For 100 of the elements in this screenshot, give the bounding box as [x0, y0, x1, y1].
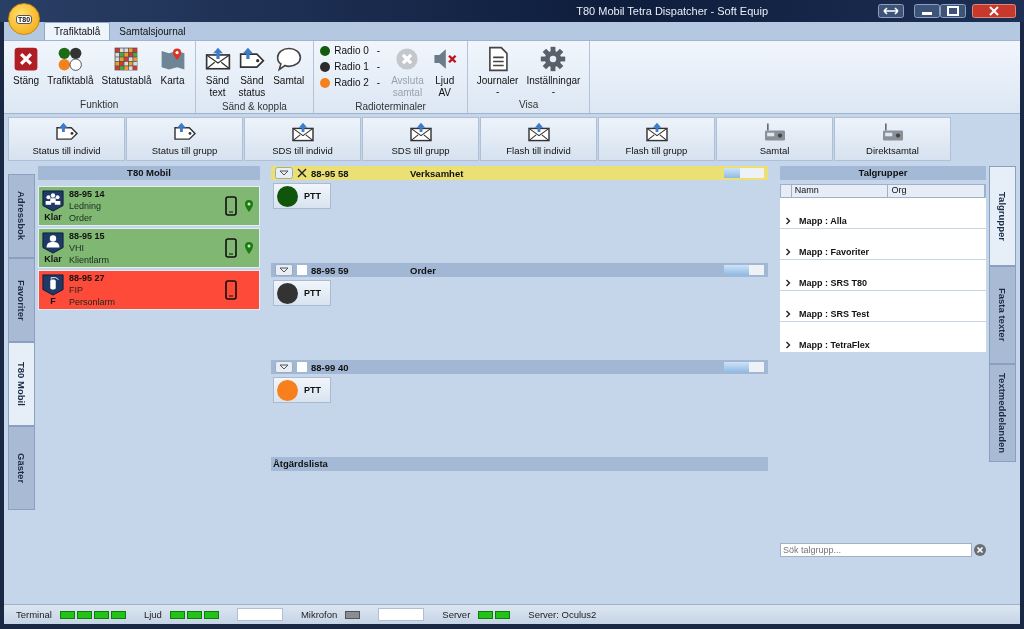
side-tab[interactable]: Talgrupper: [989, 166, 1016, 266]
map-icon: [159, 46, 186, 72]
unit-status: Klientlarm: [69, 254, 110, 266]
unit-name: FIP: [69, 284, 84, 296]
status-label: Ljud: [143, 609, 162, 620]
collapse-icon[interactable]: [275, 264, 293, 276]
chevron-icon[interactable]: [785, 310, 791, 318]
column-header[interactable]: Namn: [791, 185, 889, 197]
talkgroup-name: Order: [410, 264, 436, 276]
column-header[interactable]: Org: [888, 185, 985, 197]
action-button[interactable]: SDS till individ: [244, 117, 361, 161]
collapse-icon[interactable]: [275, 361, 293, 373]
panel-header: T80 Mobil: [38, 166, 260, 180]
side-tab[interactable]: Gäster: [8, 426, 35, 510]
radio-selector[interactable]: Radio 1 -: [320, 61, 381, 72]
unit-number: 88-95 15: [69, 230, 106, 242]
radio-device-icon: [762, 122, 787, 142]
phone-icon: [225, 196, 237, 216]
talkgroup-number: 88-95 59: [311, 264, 350, 276]
swap-icon[interactable]: [878, 4, 904, 18]
action-button[interactable]: Status till individ: [8, 117, 125, 161]
ribbon-button[interactable]: Stäng: [10, 44, 43, 99]
action-button[interactable]: Direktsamtal: [834, 117, 951, 161]
unit-status: Personlarm: [69, 296, 116, 308]
unit-card[interactable]: F 88-95 27 FIP Personlarm: [38, 270, 260, 310]
side-tab[interactable]: Textmeddelanden: [989, 364, 1016, 462]
action-button[interactable]: Status till grupp: [126, 117, 243, 161]
ribbon-button[interactable]: Statustablå: [98, 44, 155, 99]
grid-icon: [113, 46, 140, 72]
ribbon-button[interactable]: Karta: [156, 44, 189, 99]
envelope-icon: [408, 122, 433, 142]
unit-state: Klar: [44, 254, 62, 264]
group-label: Visa: [517, 99, 540, 111]
ribbon-button[interactable]: Trafiktablå: [44, 44, 97, 99]
envelope-icon: [290, 122, 315, 142]
ribbon-button[interactable]: Sänd text: [201, 44, 234, 101]
radio-selector[interactable]: Radio 0 -: [320, 45, 381, 56]
group-label: Funktion: [79, 99, 120, 111]
maximize-icon[interactable]: [940, 4, 966, 18]
action-button[interactable]: Flash till grupp: [598, 117, 715, 161]
action-button[interactable]: SDS till grupp: [362, 117, 479, 161]
unit-number: 88-95 27: [69, 272, 106, 284]
ptt-button[interactable]: PTT: [273, 377, 331, 403]
folder-row[interactable]: Mapp : Favoriter: [780, 229, 986, 260]
envelope-icon: [644, 122, 669, 142]
chevron-icon[interactable]: [785, 217, 791, 225]
extinguisher-icon: [42, 274, 64, 296]
speech-bubble-icon: [275, 46, 302, 72]
ptt-button[interactable]: PTT: [273, 280, 331, 306]
server-name: Server: Oculus2: [528, 609, 597, 620]
side-tab[interactable]: Adressbok: [8, 174, 35, 258]
radio-device-icon: [880, 122, 905, 142]
ribbon-tab[interactable]: Samtalsjournal: [110, 23, 195, 40]
ribbon-button[interactable]: Ljud AV: [428, 44, 461, 101]
panel-header: Talgrupper: [780, 166, 986, 180]
settings-icon: [540, 46, 567, 72]
side-tab[interactable]: Favoriter: [8, 258, 35, 342]
unit-name: VHI: [69, 242, 85, 254]
action-button[interactable]: Samtal: [716, 117, 833, 161]
collapse-icon[interactable]: [275, 167, 293, 179]
chevron-icon[interactable]: [785, 279, 791, 287]
group-label: Sänd & koppla: [220, 101, 288, 113]
unit-state: F: [50, 296, 56, 306]
ribbon-button[interactable]: Samtal: [270, 44, 308, 101]
folder-row[interactable]: Mapp : SRS Test: [780, 291, 986, 322]
chevron-icon[interactable]: [785, 341, 791, 349]
group-label: Radioterminaler: [354, 101, 427, 113]
side-tab[interactable]: T80 Mobil: [8, 342, 35, 426]
status-label: Terminal: [16, 609, 52, 620]
minimize-icon[interactable]: [914, 4, 940, 18]
circles-icon: [57, 46, 84, 72]
talkgroup-name: Verksamhet: [410, 167, 464, 179]
tag-icon: [54, 122, 79, 142]
checkbox[interactable]: [297, 362, 307, 372]
checkbox[interactable]: [297, 168, 307, 178]
unit-number: 88-95 14: [69, 188, 106, 200]
unit-card[interactable]: Klar 88-95 14 Ledning Order: [38, 186, 260, 226]
search-field[interactable]: Sök talgrupp...: [780, 543, 972, 557]
action-button[interactable]: Flash till individ: [480, 117, 597, 161]
side-tab[interactable]: Fasta texter: [989, 266, 1016, 364]
clear-icon[interactable]: [974, 544, 986, 556]
ptt-button[interactable]: PTT: [273, 183, 331, 209]
folder-row[interactable]: Mapp : SRS T80: [780, 260, 986, 291]
phone-icon: [225, 280, 237, 300]
ribbon-button[interactable]: Journaler -: [473, 44, 522, 99]
close-icon: [13, 46, 40, 72]
chevron-icon[interactable]: [785, 248, 791, 256]
unit-card[interactable]: Klar 88-95 15 VHI Klientlarm: [38, 228, 260, 268]
status-label: Server: [442, 609, 471, 620]
close-icon[interactable]: [972, 4, 1016, 18]
checkbox[interactable]: [297, 265, 307, 275]
ribbon-button[interactable]: Sänd status: [235, 44, 269, 101]
folder-row[interactable]: Mapp : Alla: [780, 198, 986, 229]
status-label: Mikrofon: [300, 609, 338, 620]
ribbon-button[interactable]: Inställningar -: [523, 44, 584, 99]
unit-state: Klar: [44, 212, 62, 222]
folder-row[interactable]: Mapp : TetraFlex: [780, 322, 986, 353]
envelope-icon: [204, 46, 231, 72]
ribbon-tab[interactable]: Trafiktablå: [44, 22, 111, 40]
radio-selector[interactable]: Radio 2 -: [320, 77, 381, 88]
